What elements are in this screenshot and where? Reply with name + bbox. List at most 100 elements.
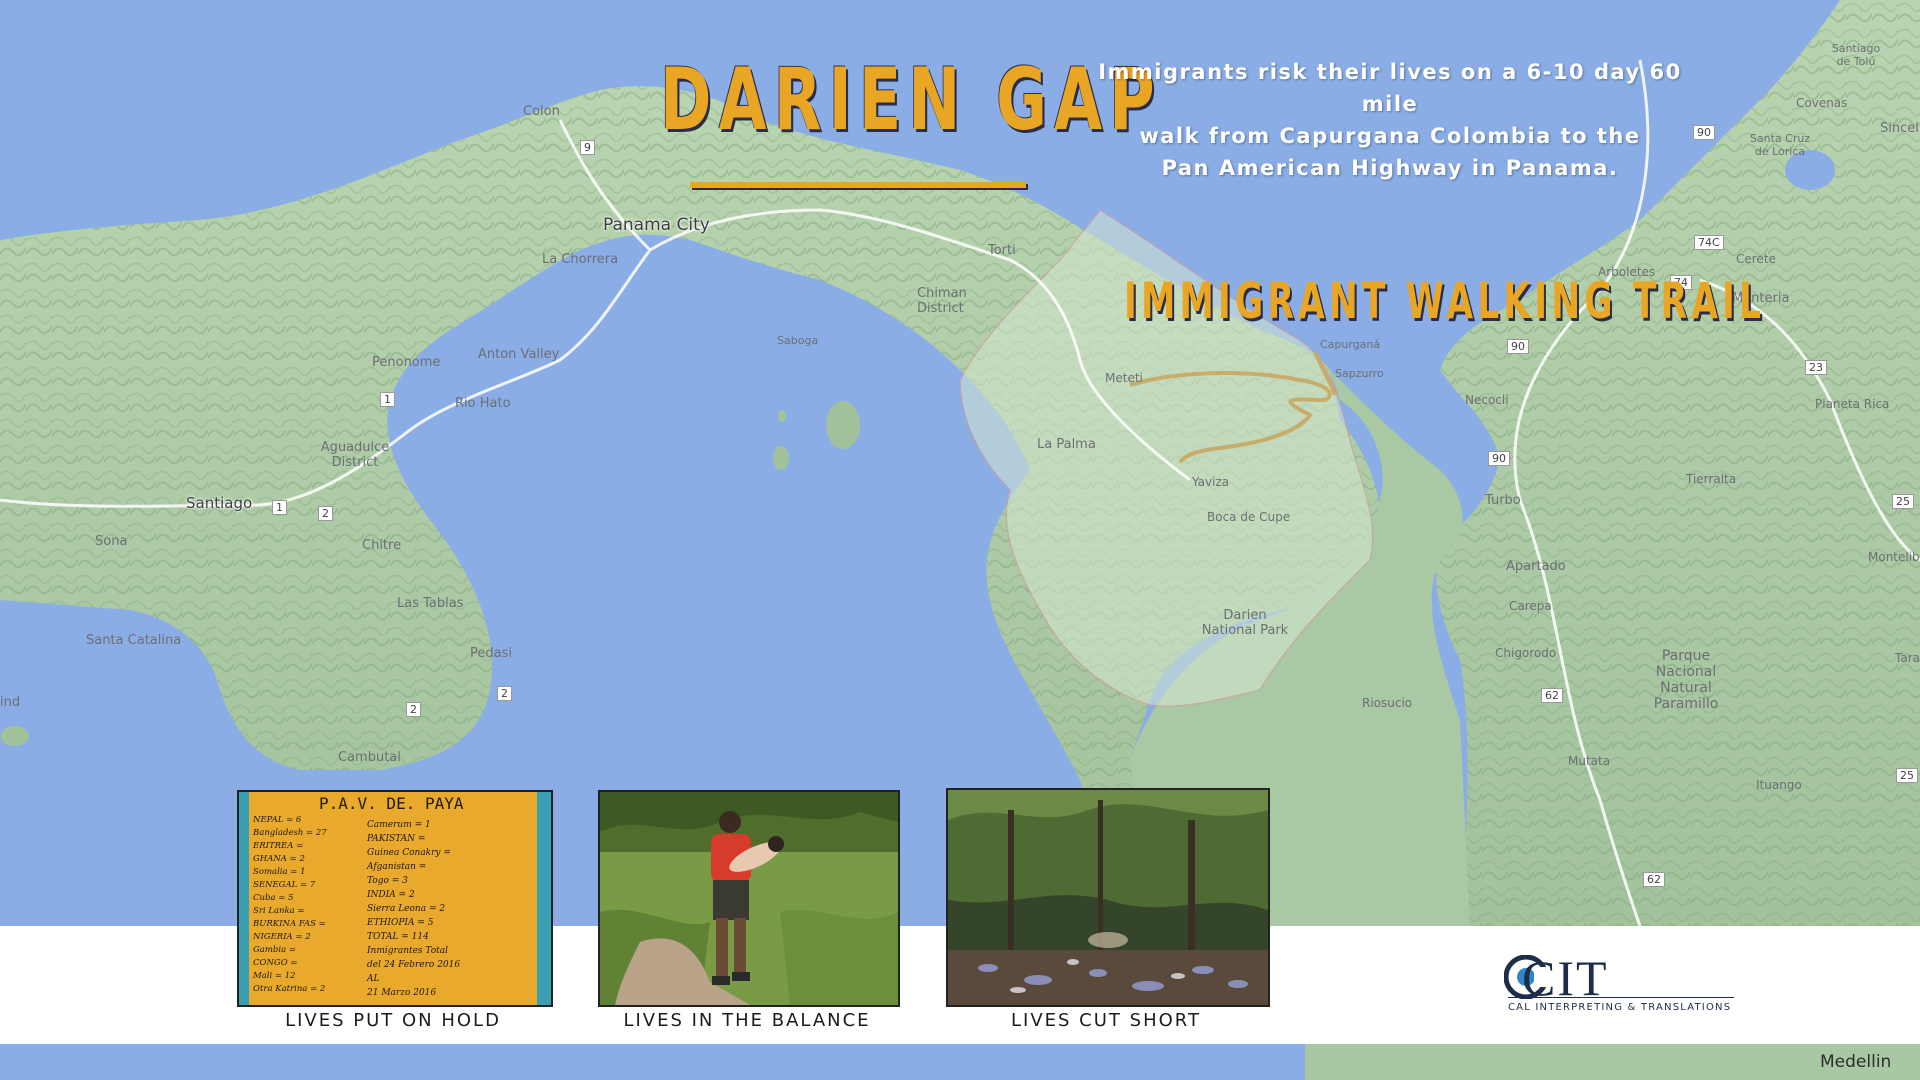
sign-left-line: Mali = 12 <box>253 971 296 981</box>
sign-heading: P.A.V. DE. PAYA <box>319 794 464 813</box>
sign-left-line: Gambia = <box>253 945 296 955</box>
sign-left-line: NIGERIA = 2 <box>253 932 311 942</box>
sign-left-line: NEPAL = 6 <box>253 815 302 825</box>
sign-left-line: GHANA = 2 <box>253 854 305 864</box>
map-label-medellin: Medellin <box>1820 1052 1892 1072</box>
map-label-taraza: Taraz <box>1895 651 1920 665</box>
sign-right-line: AL <box>367 974 380 984</box>
map-label-ituango: Ituango <box>1756 778 1802 792</box>
map-label-covenas: Covenas <box>1796 96 1848 110</box>
sign-right-line: del 24 Febrero 2016 <box>367 960 461 970</box>
sign-right-line: Togo = 3 <box>367 876 408 886</box>
map-label-saboga: Saboga <box>777 334 819 347</box>
sign-right-line: TOTAL = 114 <box>367 932 429 942</box>
sign-left-line: Somalia = 1 <box>253 867 306 877</box>
map-label-montelibano: Montelib <box>1868 550 1920 564</box>
map-label-yaviza: Yaviza <box>1192 475 1230 489</box>
sign-right-line: Inmigrantes Total <box>367 946 448 956</box>
map-label-las-tablas: Las Tablas <box>397 596 464 611</box>
map-label-aguadulce: Aguadulce District <box>320 440 390 470</box>
map-label-santiago-tolu: Santiago de Tolú <box>1831 42 1881 68</box>
subtitle-line-3: Pan American Highway in Panama. <box>1161 156 1619 180</box>
map-label-torti: Torti <box>988 243 1016 258</box>
caption-lives-cut-short: LIVES CUT SHORT <box>1011 1010 1201 1031</box>
cit-logo-tagline: CAL INTERPRETING & TRANSLATIONS <box>1508 1002 1732 1013</box>
sign-right-line: INDIA = 2 <box>367 890 415 900</box>
sign-right-line: Camerum = 1 <box>367 820 431 830</box>
map-label-pedasi: Pedasi <box>470 646 512 661</box>
map-label-necocli: Necocli <box>1465 393 1509 407</box>
subtitle: Immigrants risk their lives on a 6-10 da… <box>1085 56 1695 184</box>
map-label-rio-hato: Rio Hato <box>455 396 511 411</box>
road-shield-62b: 62 <box>1643 872 1665 887</box>
map-label-ind: ind <box>0 695 21 710</box>
map-label-santiago: Santiago <box>186 494 253 512</box>
subtitle-line-2: walk from Capurgana Colombia to the <box>1139 124 1641 148</box>
sign-right-line: Sierra Leona = 2 <box>367 904 446 914</box>
map-label-chigorodo: Chigorodo <box>1495 646 1557 660</box>
sign-left-line: Cuba = 5 <box>253 893 294 903</box>
map-label-la-palma: La Palma <box>1037 437 1096 452</box>
map-label-planeta-rica: Planeta Rica <box>1815 397 1890 411</box>
sign-left-line: CONGO = <box>253 958 298 968</box>
road-shield-2c: 2 <box>406 702 421 717</box>
map-label-sona: Sona <box>95 534 128 549</box>
map-label-turbo: Turbo <box>1485 493 1521 508</box>
road-shield-23: 23 <box>1805 360 1827 375</box>
map-label-riosucio: Riosucio <box>1362 696 1413 710</box>
sign-post-right <box>537 792 551 1005</box>
road-shield-1: 1 <box>380 392 395 407</box>
sign-right-line: Afganistan = <box>367 862 427 872</box>
sign-left-column: NEPAL = 6 Bangladesh = 27 ERITREA = GHAN… <box>253 814 363 996</box>
sign-left-line: Sri Lanka = <box>253 906 305 916</box>
road-shield-90: 90 <box>1693 125 1715 140</box>
cit-logo-letters: CIT <box>1522 950 1609 1006</box>
sign-right-line: Guinea Conakry = <box>367 848 451 858</box>
map-label-cambutal: Cambutal <box>338 750 401 765</box>
road-shield-1b: 1 <box>272 500 287 515</box>
map-label-santa-cruz: Santa Cruz de Lorica <box>1749 132 1811 158</box>
map-label-capurgana: Capurganá <box>1320 338 1381 351</box>
map-label-apartado: Apartado <box>1506 559 1566 574</box>
map-label-la-chorrera: La Chorrera <box>542 252 619 267</box>
map-label-penonome: Penonome <box>372 355 441 370</box>
map-label-anton-valley: Anton Valley <box>478 347 560 362</box>
map-label-meteti: Meteti <box>1105 371 1143 385</box>
photo-man-carrying-child <box>598 790 900 1007</box>
sign-left-line: Otra Katrina = 2 <box>253 984 326 994</box>
sign-right-line: ETHIOPIA = 5 <box>367 918 434 928</box>
map-label-carepa: Carepa <box>1509 599 1552 613</box>
subtitle-line-1: Immigrants risk their lives on a 6-10 da… <box>1098 60 1682 116</box>
map-label-santa-catalina: Santa Catalina <box>86 633 182 648</box>
photo-forest-debris-image <box>948 790 1268 1005</box>
caption-lives-in-the-balance: LIVES IN THE BALANCE <box>623 1010 871 1031</box>
sign-left-line: SENEGAL = 7 <box>253 880 316 890</box>
road-shield-25: 25 <box>1892 494 1914 509</box>
map-label-panama-city: Panama City <box>603 215 710 235</box>
sign-left-line: ERITREA = <box>253 841 304 851</box>
map-label-boca-de-cupe: Boca de Cupe <box>1207 510 1291 524</box>
map-label-sapzurro: Sapzurro <box>1335 367 1384 380</box>
road-shield-74c: 74C <box>1694 235 1724 250</box>
map-label-chiman: Chiman District <box>917 286 967 316</box>
trail-title: IMMIGRANT WALKING TRAIL <box>1124 272 1766 330</box>
map-label-parque: Parque Nacional Natural Paramillo <box>1653 648 1719 712</box>
sign-left-line: BURKINA FAS = <box>253 919 326 929</box>
road-shield-2b: 2 <box>497 686 512 701</box>
map-label-mutata: Mutata <box>1568 754 1611 768</box>
caption-lives-put-on-hold: LIVES PUT ON HOLD <box>285 1010 501 1031</box>
logo-rule <box>1508 997 1734 998</box>
map-label-colon: Colon <box>523 104 560 119</box>
road-shield-90c: 90 <box>1488 451 1510 466</box>
sign-right-column: Camerum = 1 PAKISTAN = Guinea Conakry = … <box>367 818 527 1000</box>
road-shield-62: 62 <box>1541 688 1563 703</box>
road-shield-90b: 90 <box>1507 339 1529 354</box>
road-shield-25b: 25 <box>1896 768 1918 783</box>
sign-right-line: 21 Marzo 2016 <box>367 988 437 998</box>
road-shield-2: 2 <box>318 506 333 521</box>
title-underline <box>690 182 1026 188</box>
map-label-chitre: Chitre <box>362 538 402 553</box>
sign-left-line: Bangladesh = 27 <box>253 828 327 838</box>
map-label-cerete: Cerete <box>1736 252 1776 266</box>
map-label-sincelejo: Sincel <box>1880 121 1919 136</box>
